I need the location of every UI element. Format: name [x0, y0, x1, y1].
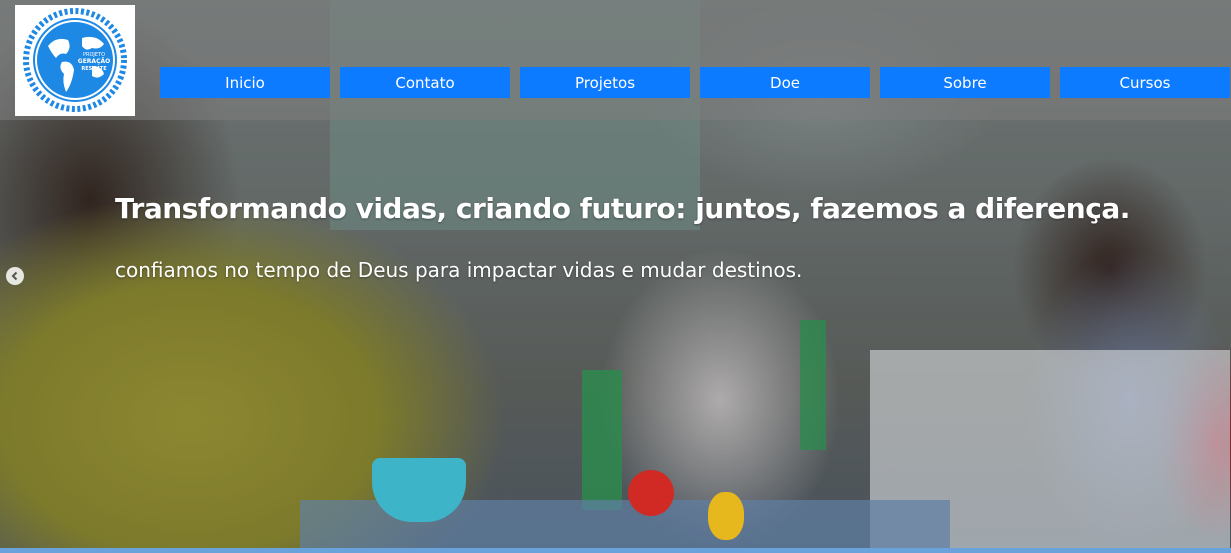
nav-item-projetos[interactable]: Projetos [520, 67, 690, 98]
background-chair [582, 370, 622, 510]
nav-item-contato[interactable]: Contato [340, 67, 510, 98]
logo-text-line3: RESGATE [81, 66, 107, 72]
logo[interactable]: PROJETO GERAÇÃO RESGATE [15, 5, 135, 116]
hero-section: PROJETO GERAÇÃO RESGATE Inicio Contato P… [0, 0, 1231, 553]
logo-icon: PROJETO GERAÇÃO RESGATE [23, 8, 127, 112]
bottom-divider [0, 548, 1231, 553]
main-nav: Inicio Contato Projetos Doe Sobre Cursos [160, 67, 1230, 98]
logo-text-line2: GERAÇÃO [78, 58, 110, 65]
slider-prev-button[interactable] [6, 267, 24, 285]
background-bowl [372, 458, 466, 522]
background-chair [800, 320, 826, 450]
nav-item-inicio[interactable]: Inicio [160, 67, 330, 98]
background-pineapple [708, 492, 744, 540]
chevron-left-icon [11, 271, 18, 281]
site-header: PROJETO GERAÇÃO RESGATE Inicio Contato P… [0, 0, 1231, 120]
nav-item-sobre[interactable]: Sobre [880, 67, 1050, 98]
background-apple [628, 470, 674, 516]
hero-headline: Transformando vidas, criando futuro: jun… [115, 192, 1130, 225]
nav-item-cursos[interactable]: Cursos [1060, 67, 1230, 98]
nav-item-doe[interactable]: Doe [700, 67, 870, 98]
hero-subline: confiamos no tempo de Deus para impactar… [115, 258, 803, 282]
